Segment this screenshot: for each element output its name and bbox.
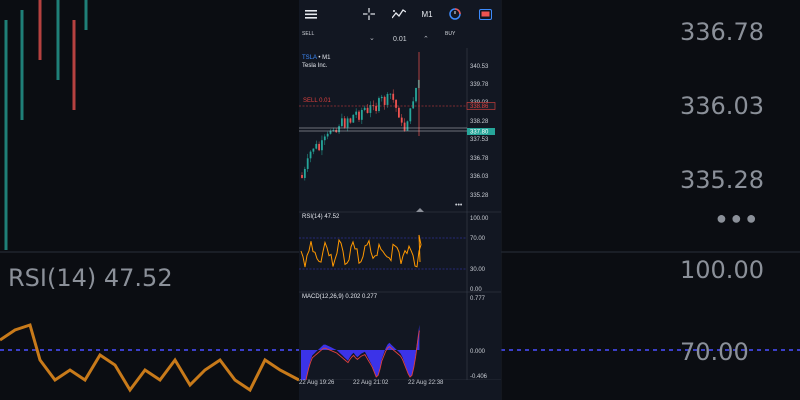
macd-axis-label: 0.777 <box>470 296 486 302</box>
menu-icon[interactable] <box>303 5 319 23</box>
chevron-up-icon[interactable]: ⌃ <box>423 35 429 43</box>
more-dots-icon[interactable]: ••• <box>455 202 463 209</box>
candle-body <box>392 93 395 100</box>
candle-body <box>326 133 329 137</box>
time-axis-label: 22 Aug 21:02 <box>353 380 389 386</box>
candle-body <box>315 143 318 149</box>
candle-body <box>398 107 400 118</box>
candle-body <box>409 108 412 122</box>
candle-body <box>321 140 323 151</box>
time-axis-label: 22 Aug 19:26 <box>299 380 335 386</box>
chevron-down-icon[interactable]: ⌄ <box>369 34 375 42</box>
candle-body <box>378 98 380 111</box>
candle-body <box>412 101 415 109</box>
sell-price-tag-text: 338.86 <box>470 104 489 110</box>
candle-body <box>383 96 386 105</box>
candle-body <box>332 129 335 131</box>
candle-body <box>306 158 309 169</box>
bg-level-label-1: 100.00 <box>680 256 764 284</box>
rsi-axis-label: 0.00 <box>470 287 482 293</box>
price-candles <box>301 52 420 181</box>
candle-body <box>375 105 377 111</box>
candle-body <box>346 118 349 128</box>
candle-body <box>403 122 406 131</box>
candle-body <box>318 143 320 151</box>
sell-line-label: SELL 0.01 <box>303 98 331 104</box>
candle-body <box>358 111 360 120</box>
lot-size-value[interactable]: 0.01 <box>393 36 407 43</box>
rsi-line <box>300 234 422 268</box>
macd-axis-label: 0.000 <box>470 349 486 355</box>
clock-icon[interactable] <box>447 5 463 23</box>
candle-body <box>380 96 383 99</box>
buy-button[interactable]: BUY <box>445 31 455 37</box>
candle-body <box>341 118 343 127</box>
more-dots-icon: ●●● <box>716 208 761 228</box>
bg-level-label-2: 70.00 <box>680 338 749 366</box>
rsi-label: RSI(14) 47.52 <box>302 214 340 220</box>
candle-body <box>415 87 417 102</box>
price-axis-label: 338.28 <box>470 119 489 125</box>
objects-icon[interactable] <box>477 5 493 23</box>
bg-price-label-2: 336.03 <box>680 92 764 120</box>
trading-app-screen: M1 SELL ⌄ 0.01 ⌃ BUY TSLA • M1 Tesla Inc… <box>299 0 501 400</box>
top-toolbar: M1 <box>299 0 501 28</box>
time-axis-label: 22 Aug 22:38 <box>408 380 444 386</box>
candle-body <box>363 107 366 110</box>
bg-rsi-label: RSI(14) 47.52 <box>8 264 173 292</box>
price-axis-label: 336.78 <box>470 156 489 162</box>
candle-body <box>360 109 363 120</box>
candle-body <box>303 168 306 178</box>
candle-body <box>406 121 409 131</box>
one-click-trade-bar: SELL ⌄ 0.01 ⌃ BUY <box>299 28 501 48</box>
bid-price-tag-text: 337.80 <box>470 130 489 136</box>
candle-body <box>312 148 315 152</box>
candle-body <box>366 107 369 113</box>
indicators-icon[interactable] <box>390 5 408 23</box>
pane-resize-handle[interactable] <box>416 208 424 212</box>
candle-body <box>400 117 403 123</box>
candle-body <box>309 151 312 159</box>
price-axis-label: 340.53 <box>470 64 489 70</box>
candle-body <box>338 126 340 133</box>
price-axis-label: 339.78 <box>470 82 489 88</box>
bg-price-label-1: 336.78 <box>680 18 764 46</box>
candle-body <box>352 114 355 123</box>
candle-body <box>343 118 346 128</box>
macd-label: MACD(12,26,9) 0.202 0.277 <box>302 294 378 300</box>
rsi-axis-label: 70.00 <box>470 236 486 242</box>
price-axis-label: 336.03 <box>470 174 489 180</box>
crosshair-icon[interactable] <box>361 5 377 23</box>
candle-body <box>395 99 397 108</box>
bg-price-label-3: 335.28 <box>680 166 764 194</box>
price-axis-label: 335.28 <box>470 193 489 199</box>
candle-body <box>323 136 326 141</box>
candle-body <box>389 93 392 95</box>
candle-body <box>386 94 389 105</box>
price-axis-label: 337.53 <box>470 137 489 143</box>
candle-body <box>355 111 358 115</box>
sell-button[interactable]: SELL <box>302 31 314 37</box>
candle-body <box>301 175 303 178</box>
timeframe-button[interactable]: M1 <box>417 5 437 23</box>
rsi-axis-label: 100.00 <box>470 216 489 222</box>
rsi-axis-label: 30.00 <box>470 267 486 273</box>
candle-body <box>349 118 352 123</box>
macd-axis-label: -0.406 <box>470 374 488 380</box>
